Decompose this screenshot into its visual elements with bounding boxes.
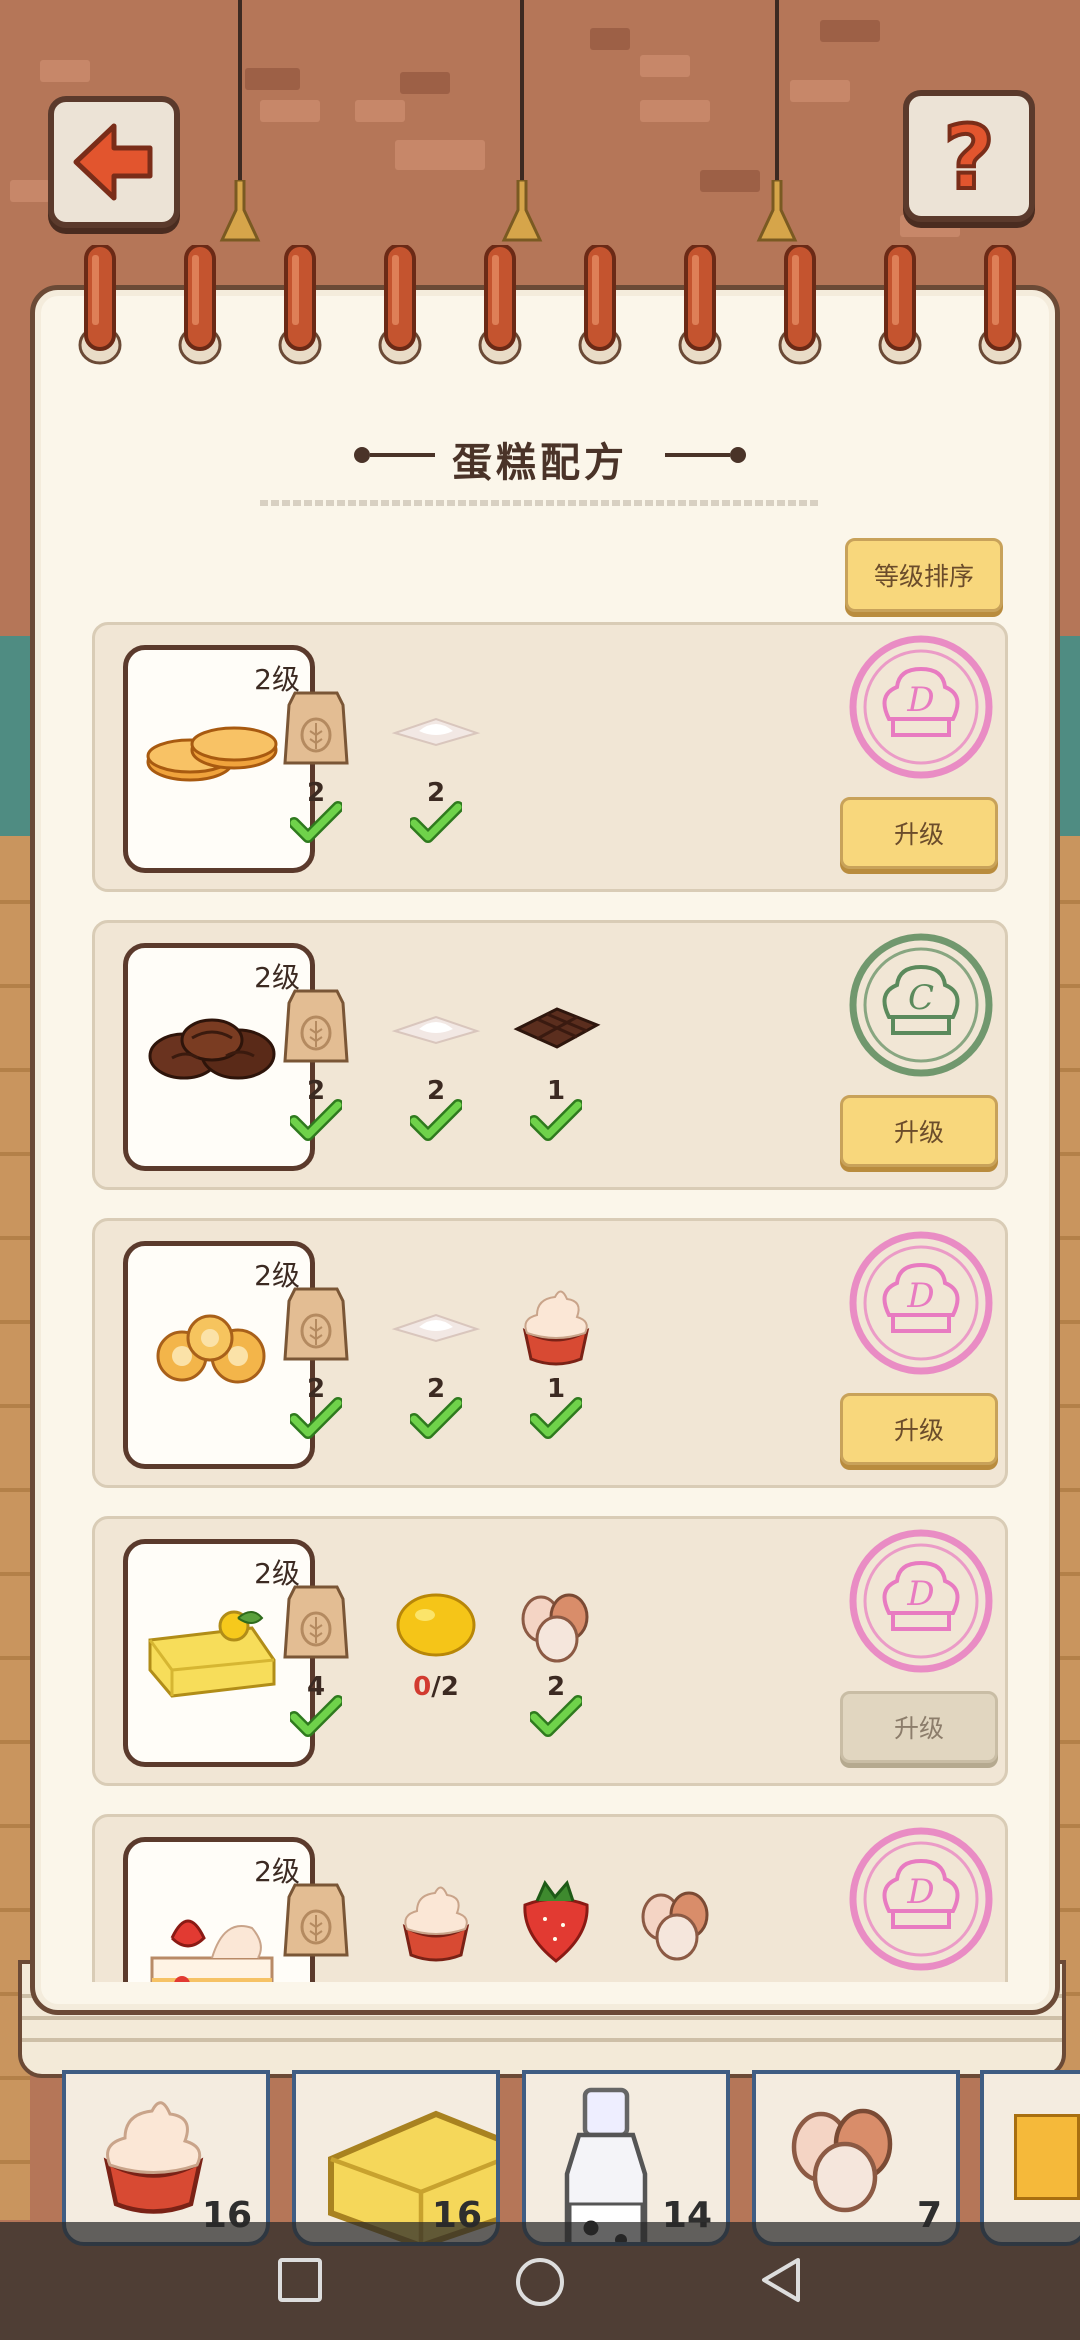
item-partial-icon	[1014, 2114, 1080, 2200]
inventory-slot[interactable]: 16	[292, 2070, 500, 2246]
checkmark-icon	[290, 801, 342, 843]
checkmark-icon	[290, 1695, 342, 1737]
ingredient-slot	[386, 1875, 486, 1982]
whipped-cream-icon	[511, 1279, 601, 1373]
flour-bag-icon	[271, 1577, 361, 1671]
ingredient-slot: 1	[506, 981, 606, 1141]
sugar-pile-icon	[391, 683, 481, 777]
grade-d-stamp-icon: D	[847, 633, 995, 781]
recipe-card: 2级 2 2 1 C 升级	[92, 920, 1008, 1190]
chocolate-bar-icon	[511, 981, 601, 1075]
chocolate-cookie-icon	[142, 1004, 282, 1098]
eggs-icon	[511, 1577, 601, 1671]
checkmark-icon	[530, 1397, 582, 1439]
flour-bag-icon	[271, 981, 361, 1075]
svg-text:C: C	[908, 978, 934, 1018]
recipe-card: 2级 2 2 D 升级	[92, 622, 1008, 892]
inventory-slot[interactable]: 7	[752, 2070, 960, 2246]
grade-d-stamp-icon: D	[847, 1527, 995, 1675]
ingredient-slot: 0/2	[386, 1577, 486, 1727]
flour-bag-icon	[271, 1875, 361, 1969]
checkmark-icon	[410, 801, 462, 843]
eggs-icon	[631, 1875, 721, 1969]
svg-text:D: D	[906, 1276, 934, 1316]
ingredient-slot: 2	[386, 683, 486, 843]
eggs-icon	[776, 2084, 911, 2225]
svg-text:D: D	[906, 1872, 934, 1912]
system-nav-bar	[0, 2222, 1080, 2340]
ingredient-slot: 2	[266, 981, 366, 1141]
recipe-list: 2级 2 2 D 升级 2级 2 2 1 C 升级 2级 2 2 1 D 升级 2级 4 0…	[0, 0, 1080, 1982]
upgrade-button[interactable]: 升级	[840, 1095, 998, 1167]
grade-c-stamp-icon: C	[847, 931, 995, 1079]
inventory-slot-partial[interactable]	[980, 2070, 1080, 2246]
recipe-card: 2级 4 0/2 2 D 升级	[92, 1516, 1008, 1786]
ingredient-slot: 2	[386, 1279, 486, 1439]
sugar-pile-icon	[391, 981, 481, 1075]
inventory-slot[interactable]: 14	[522, 2070, 730, 2246]
strawberry-icon	[511, 1875, 601, 1969]
checkmark-icon	[290, 1397, 342, 1439]
svg-text:D: D	[906, 680, 934, 720]
ingredient-slot: 2	[506, 1577, 606, 1737]
ingredient-slot: 1	[506, 1279, 606, 1439]
butter-cookie-icon	[142, 1302, 282, 1396]
lemon-cake-icon	[142, 1600, 282, 1704]
checkmark-icon	[410, 1397, 462, 1439]
ingredient-slot	[266, 1875, 366, 1982]
whipped-cream-icon	[391, 1875, 481, 1969]
lemon-icon	[391, 1577, 481, 1671]
home-icon[interactable]	[514, 2256, 566, 2308]
nav-back-icon[interactable]	[758, 2256, 806, 2304]
upgrade-button[interactable]: 升级	[840, 1691, 998, 1763]
ingredient-slot: 2	[386, 981, 486, 1141]
grade-d-stamp-icon: D	[847, 1229, 995, 1377]
checkmark-icon	[530, 1099, 582, 1141]
ingredient-slot	[506, 1875, 606, 1982]
strawberry-shortcake-icon	[142, 1898, 282, 1982]
recipe-card: 2级 2 2 1 D 升级	[92, 1218, 1008, 1488]
recent-apps-icon[interactable]	[276, 2256, 324, 2304]
ingredient-slot: 2	[266, 683, 366, 843]
whipped-cream-icon	[86, 2084, 221, 2225]
ingredient-slot: 2	[266, 1279, 366, 1439]
ingredient-slot	[626, 1875, 726, 1982]
grade-d-stamp-icon: D	[847, 1825, 995, 1973]
recipe-card: 2级 D	[92, 1814, 1008, 1982]
sugar-pile-icon	[391, 1279, 481, 1373]
orange-sponge-cake-icon	[142, 706, 282, 800]
checkmark-icon	[530, 1695, 582, 1737]
ingredient-count: 0/2	[413, 1672, 459, 1702]
flour-bag-icon	[271, 683, 361, 777]
ingredient-slot: 4	[266, 1577, 366, 1737]
upgrade-button[interactable]: 升级	[840, 797, 998, 869]
inventory-slot[interactable]: 16	[62, 2070, 270, 2246]
checkmark-icon	[290, 1099, 342, 1141]
upgrade-button[interactable]: 升级	[840, 1393, 998, 1465]
flour-bag-icon	[271, 1279, 361, 1373]
svg-text:D: D	[906, 1574, 934, 1614]
checkmark-icon	[410, 1099, 462, 1141]
